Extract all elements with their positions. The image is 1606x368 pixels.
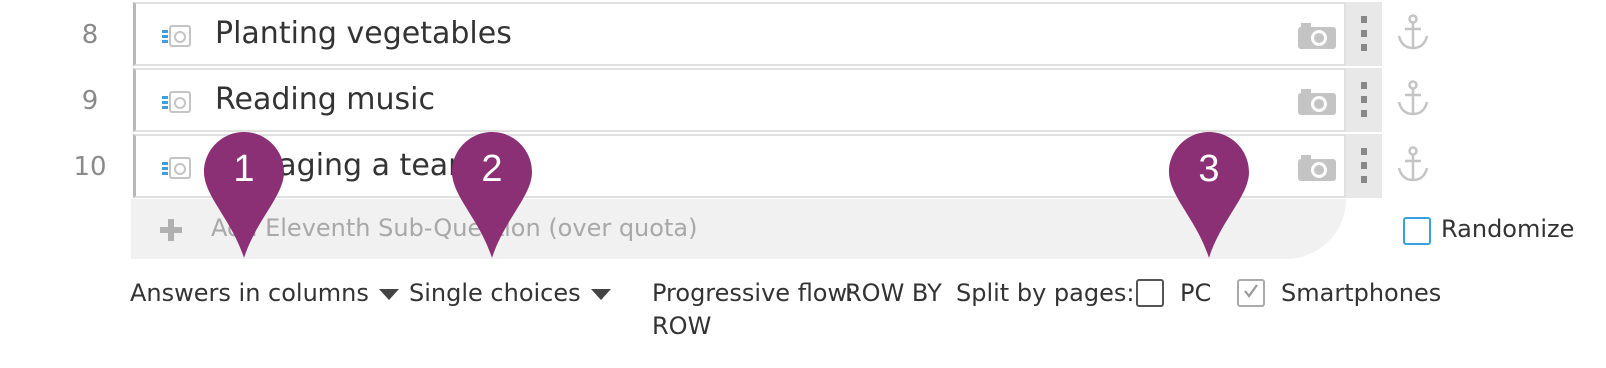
randomize-checkbox[interactable] <box>1403 217 1431 245</box>
camera-icon[interactable] <box>1297 88 1337 116</box>
drag-handle-icon <box>1361 82 1367 117</box>
choice-type-dropdown[interactable]: Single choices <box>409 279 611 307</box>
pc-checkbox[interactable] <box>1136 279 1164 307</box>
sub-question-label[interactable]: Planting vegetables <box>215 16 512 51</box>
marker-number: 1 <box>233 148 255 190</box>
drag-handle[interactable] <box>1346 134 1382 198</box>
answers-layout-dropdown[interactable]: Answers in columns <box>130 279 399 307</box>
progressive-flow-value-continued[interactable]: ROW <box>652 312 711 340</box>
split-by-pages-label: Split by pages: <box>956 279 1135 307</box>
media-list-icon <box>162 157 191 179</box>
anchor-icon[interactable] <box>1396 14 1430 52</box>
smartphones-checkbox[interactable] <box>1237 279 1265 307</box>
drag-handle[interactable] <box>1346 2 1382 66</box>
drag-handle-icon <box>1361 16 1367 51</box>
camera-icon[interactable] <box>1297 154 1337 182</box>
chevron-down-icon <box>378 288 399 300</box>
marker-number: 3 <box>1198 148 1220 190</box>
answers-layout-label: Answers in columns <box>130 279 369 307</box>
drag-handle-icon <box>1361 148 1367 183</box>
choice-type-label: Single choices <box>409 279 581 307</box>
sub-question-label[interactable]: Reading music <box>215 82 435 117</box>
smartphones-label: Smartphones <box>1281 279 1442 307</box>
sub-question-row[interactable]: Managing a team <box>133 134 1346 198</box>
marker-number: 2 <box>481 148 503 190</box>
plus-icon <box>160 219 182 241</box>
progressive-flow-label: Progressive flow: <box>652 279 854 307</box>
randomize-label: Randomize <box>1441 215 1575 243</box>
media-list-icon <box>162 25 191 47</box>
anchor-icon[interactable] <box>1396 146 1430 184</box>
anchor-icon[interactable] <box>1396 80 1430 118</box>
row-number: 8 <box>81 20 99 50</box>
pc-label: PC <box>1180 279 1212 307</box>
progressive-flow-value[interactable]: ROW BY <box>845 279 942 307</box>
annotation-marker-2: 2 <box>452 132 532 258</box>
drag-handle[interactable] <box>1346 68 1382 132</box>
sub-question-row[interactable]: Planting vegetables <box>133 2 1346 66</box>
media-list-icon <box>162 91 191 113</box>
chevron-down-icon <box>590 288 611 300</box>
sub-question-row[interactable]: Reading music <box>133 68 1346 132</box>
annotation-marker-3: 3 <box>1169 132 1249 258</box>
row-number: 10 <box>73 152 107 182</box>
checkmark-icon <box>1244 284 1258 298</box>
annotation-marker-1: 1 <box>204 132 284 258</box>
add-sub-question-button[interactable]: Add Eleventh Sub-Question (over quota) <box>131 199 1346 259</box>
camera-icon[interactable] <box>1297 22 1337 50</box>
row-number: 9 <box>81 86 99 116</box>
